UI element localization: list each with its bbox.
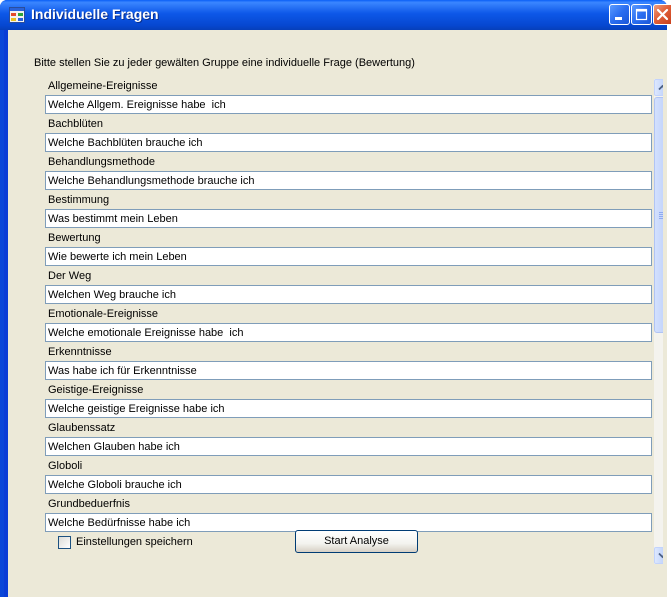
group-label: Emotionale-Ereignisse [48, 308, 159, 320]
question-input[interactable] [45, 361, 652, 380]
thumb-grip [659, 214, 663, 215]
group-label: Geistige-Ereignisse [48, 384, 144, 396]
window-title: Individuelle Fragen [31, 6, 159, 22]
question-input[interactable] [45, 247, 652, 266]
app-icon[interactable] [9, 7, 25, 23]
question-input[interactable] [45, 209, 652, 228]
client-area: Bitte stellen Sie zu jeder gewälten Grup… [8, 30, 667, 597]
maximize-icon [635, 8, 648, 21]
group-label: Allgemeine-Ereignisse [48, 80, 158, 92]
group-label: Bestimmung [48, 194, 110, 206]
maximize-button[interactable] [631, 4, 652, 25]
thumb-grip [659, 216, 663, 217]
question-input[interactable] [45, 285, 652, 304]
vertical-scrollbar[interactable] [654, 79, 663, 564]
start-analysis-button[interactable]: Start Analyse [295, 530, 418, 553]
group-label: Glaubenssatz [48, 422, 116, 434]
group-label: Bewertung [48, 232, 101, 244]
group-label: Bachblüten [48, 118, 104, 130]
minimize-button[interactable] [609, 4, 630, 25]
group-label: Behandlungsmethode [48, 156, 156, 168]
main-window: Individuelle Fragen Bitte stellen Sie zu… [0, 0, 671, 597]
scroll-up-button[interactable] [654, 79, 663, 96]
chevron-up-icon [658, 84, 663, 91]
title-bar[interactable]: Individuelle Fragen [0, 0, 671, 30]
question-input[interactable] [45, 171, 652, 190]
instruction-text: Bitte stellen Sie zu jeder gewälten Grup… [34, 57, 415, 69]
close-icon [656, 8, 669, 21]
scroll-down-button[interactable] [654, 547, 663, 564]
chevron-down-icon [658, 552, 663, 559]
close-button[interactable] [653, 4, 671, 25]
group-label: Erkenntnisse [48, 346, 112, 358]
question-input[interactable] [45, 323, 652, 342]
group-label: Grundbeduerfnis [48, 498, 130, 510]
minimize-icon [615, 17, 622, 20]
question-input[interactable] [45, 399, 652, 418]
thumb-grip [659, 218, 663, 219]
thumb-grip [659, 212, 663, 213]
group-label: Globoli [48, 460, 83, 472]
save-settings-checkbox[interactable] [58, 536, 71, 549]
question-input[interactable] [45, 133, 652, 152]
question-input[interactable] [45, 475, 652, 494]
group-label: Der Weg [48, 270, 92, 282]
question-input[interactable] [45, 95, 652, 114]
questions-panel[interactable]: Allgemeine-Ereignisse Bachblüten Behandlun… [34, 79, 663, 564]
question-input[interactable] [45, 437, 652, 456]
scroll-thumb[interactable] [654, 97, 663, 333]
save-settings-label: Einstellungen speichern [76, 536, 193, 548]
